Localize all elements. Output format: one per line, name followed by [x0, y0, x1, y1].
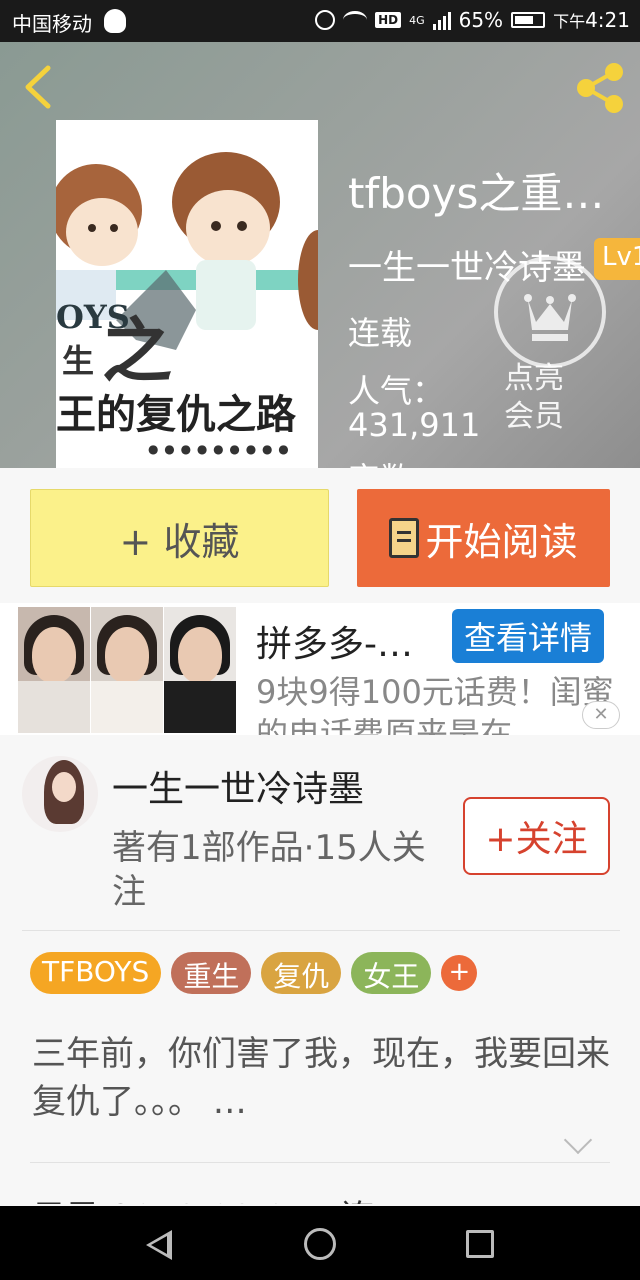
cover-text-big: 之 — [102, 310, 172, 392]
ad-banner[interactable]: 拼多多-… 查看详情 9块9得100元话费！闺蜜的电话费原来是在 ✕ — [0, 603, 640, 735]
crown-icon — [524, 294, 576, 341]
tag-queen[interactable]: 女王 — [351, 952, 432, 994]
carrier-name: 中国移动 — [12, 12, 92, 36]
ad-image-3 — [164, 607, 236, 733]
hd-badge: HD — [375, 12, 402, 28]
collect-label: + 收藏 — [119, 519, 240, 564]
catalog-row[interactable]: 目录 2018-08-07 · 连 — [32, 1190, 375, 1204]
follow-button[interactable]: +关注 — [463, 797, 610, 875]
back-button[interactable] — [18, 62, 62, 112]
avatar[interactable] — [22, 756, 98, 832]
ad-image-1 — [18, 607, 90, 733]
battery-icon — [511, 12, 546, 28]
book-title: tfboys之重… — [348, 169, 605, 218]
share-button[interactable] — [572, 60, 628, 116]
book-cover[interactable]: OYS 之 生 王的复仇之路 ● ● ● ● ● ● ● ● ● — [56, 120, 318, 468]
book-header: OYS 之 生 王的复仇之路 ● ● ● ● ● ● ● ● ● tfboys之… — [0, 42, 640, 468]
divider — [22, 930, 620, 931]
start-reading-button[interactable]: 开始阅读 — [357, 489, 610, 587]
ad-close-button[interactable]: ✕ — [582, 701, 620, 729]
ad-title: 拼多多-… — [256, 624, 413, 665]
tag-rebirth[interactable]: 重生 — [171, 952, 252, 994]
network-type: 4G — [409, 13, 425, 27]
popularity-value: 431,911 — [348, 406, 481, 444]
tag-list: TFBOYS 重生 复仇 女王 + — [30, 952, 478, 994]
ad-description: 9块9得100元话费！闺蜜的电话费原来是在 — [256, 673, 614, 735]
nav-home-icon[interactable] — [304, 1228, 336, 1260]
status-bar: 中国移动 HD 4G 65% 下午 4:21 — [0, 0, 640, 42]
alarm-icon — [315, 10, 336, 30]
wifi-icon — [343, 11, 368, 29]
book-synopsis[interactable]: 三年前，你们害了我，现在，我要回来复仇了。。。 … — [32, 1030, 612, 1126]
nav-recent-apps-icon[interactable] — [466, 1230, 494, 1258]
member-badge[interactable] — [494, 256, 606, 368]
author-section: 一生一世冷诗墨 著有1部作品·15人关注 +关注 TFBOYS 重生 复仇 女王… — [0, 740, 640, 1240]
ad-detail-button[interactable]: 查看详情 — [452, 609, 604, 663]
divider — [30, 1162, 610, 1163]
book-icon — [389, 518, 420, 558]
clock: 4:21 — [585, 8, 630, 32]
member-label[interactable]: 点亮会员 — [504, 360, 584, 436]
time-prefix: 下午 — [553, 12, 586, 31]
tag-revenge[interactable]: 复仇 — [261, 952, 342, 994]
author-card-name[interactable]: 一生一世冷诗墨 — [112, 760, 364, 812]
start-reading-label: 开始阅读 — [425, 519, 578, 564]
expand-chevron-icon[interactable] — [563, 1125, 593, 1155]
cover-text-life: 生 — [62, 342, 95, 380]
status-icons: HD 4G 65% 下午 4:21 — [315, 8, 630, 32]
tag-tfboys[interactable]: TFBOYS — [30, 952, 162, 994]
share-icon — [577, 63, 623, 113]
back-arrow-icon — [25, 65, 51, 109]
book-status: 连载 — [348, 314, 413, 352]
ad-image-2 — [91, 607, 163, 733]
cover-footer-marks: ● ● ● ● ● ● ● ● ● — [148, 442, 290, 456]
word-count-label: 字数 — [348, 454, 412, 468]
navigation-bar — [0, 1206, 640, 1280]
add-tag-button[interactable]: + — [441, 955, 478, 991]
cover-title-art: 王的复仇之路 — [56, 391, 296, 438]
signal-icon — [432, 10, 451, 30]
battery-percent: 65% — [458, 8, 504, 32]
qq-icon — [104, 9, 126, 33]
collect-button[interactable]: + 收藏 — [30, 489, 329, 587]
author-works-count: 著有1部作品·15人关注 — [112, 828, 426, 912]
